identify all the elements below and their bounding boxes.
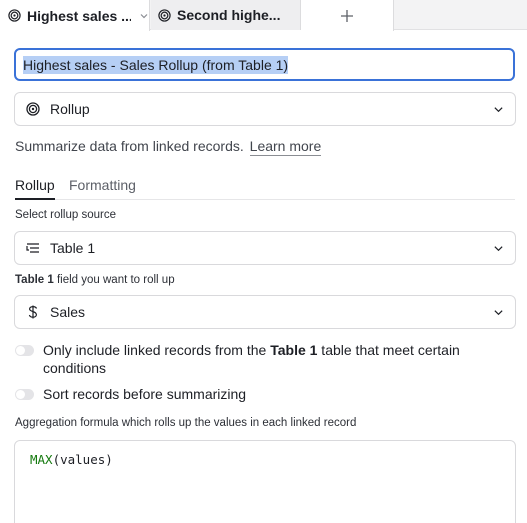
toggle-text-part: Only include linked records from the	[43, 342, 271, 358]
field-type-description: Summarize data from linked records. Lear…	[15, 138, 322, 156]
rollup-source-select[interactable]: Table 1	[14, 231, 516, 265]
field-type-label: Rollup	[50, 101, 90, 117]
rollup-field-label-rest: field you want to roll up	[53, 274, 175, 286]
rollup-field-value: Sales	[50, 304, 86, 320]
dollar-icon	[28, 305, 38, 319]
filter-linked-records-toggle[interactable]	[15, 345, 34, 356]
chevron-down-icon	[494, 106, 503, 112]
sort-records-toggle-row: Sort records before summarizing	[15, 385, 513, 403]
tab-label: Second highe...	[177, 7, 281, 23]
field-name-value: Highest sales - Sales Rollup (from Table…	[23, 55, 289, 74]
formula-function: MAX	[30, 452, 53, 467]
config-tabs: Rollup Formatting	[15, 176, 515, 200]
field-name-input[interactable]: Highest sales - Sales Rollup (from Table…	[14, 48, 515, 81]
sort-records-text: Sort records before summarizing	[43, 386, 247, 402]
rollup-source-value: Table 1	[50, 240, 96, 256]
chevron-down-icon	[494, 309, 503, 315]
learn-more-link[interactable]: Learn more	[249, 138, 322, 156]
rollup-icon	[8, 9, 21, 22]
rollup-source-label: Select rollup source	[15, 209, 116, 221]
filter-linked-records-toggle-row: Only include linked records from the Tab…	[15, 341, 513, 377]
plus-icon	[341, 9, 353, 22]
tab-highest-sales[interactable]: Highest sales ...	[0, 0, 150, 31]
chevron-down-icon[interactable]	[139, 11, 149, 21]
add-tab-button[interactable]	[301, 0, 394, 31]
rollup-field-select[interactable]: Sales	[14, 295, 516, 329]
tab-rollup[interactable]: Rollup	[15, 177, 55, 200]
field-type-select[interactable]: Rollup	[14, 92, 516, 126]
tab-formatting[interactable]: Formatting	[69, 177, 136, 200]
aggregation-label: Aggregation formula which rolls up the v…	[15, 417, 357, 429]
chevron-down-icon	[494, 245, 503, 251]
rollup-icon	[158, 8, 171, 22]
field-tab-bar: Highest sales ... Second highe...	[0, 0, 527, 31]
rollup-icon	[26, 102, 40, 116]
description-text: Summarize data from linked records.	[15, 138, 244, 154]
tab-label: Highest sales ...	[27, 7, 131, 24]
filter-linked-records-text: Only include linked records from the Tab…	[43, 341, 513, 377]
linked-table-icon	[26, 243, 39, 253]
aggregation-formula-editor[interactable]: MAX(values)	[14, 440, 516, 523]
rollup-field-label-table: Table 1	[15, 274, 54, 286]
rollup-field-label: Table 1 field you want to roll up	[15, 274, 175, 286]
sort-records-toggle[interactable]	[15, 389, 34, 400]
formula-args: (values)	[52, 452, 113, 467]
tab-second-highest[interactable]: Second highe...	[151, 0, 301, 30]
toggle-text-table: Table 1	[270, 342, 318, 358]
